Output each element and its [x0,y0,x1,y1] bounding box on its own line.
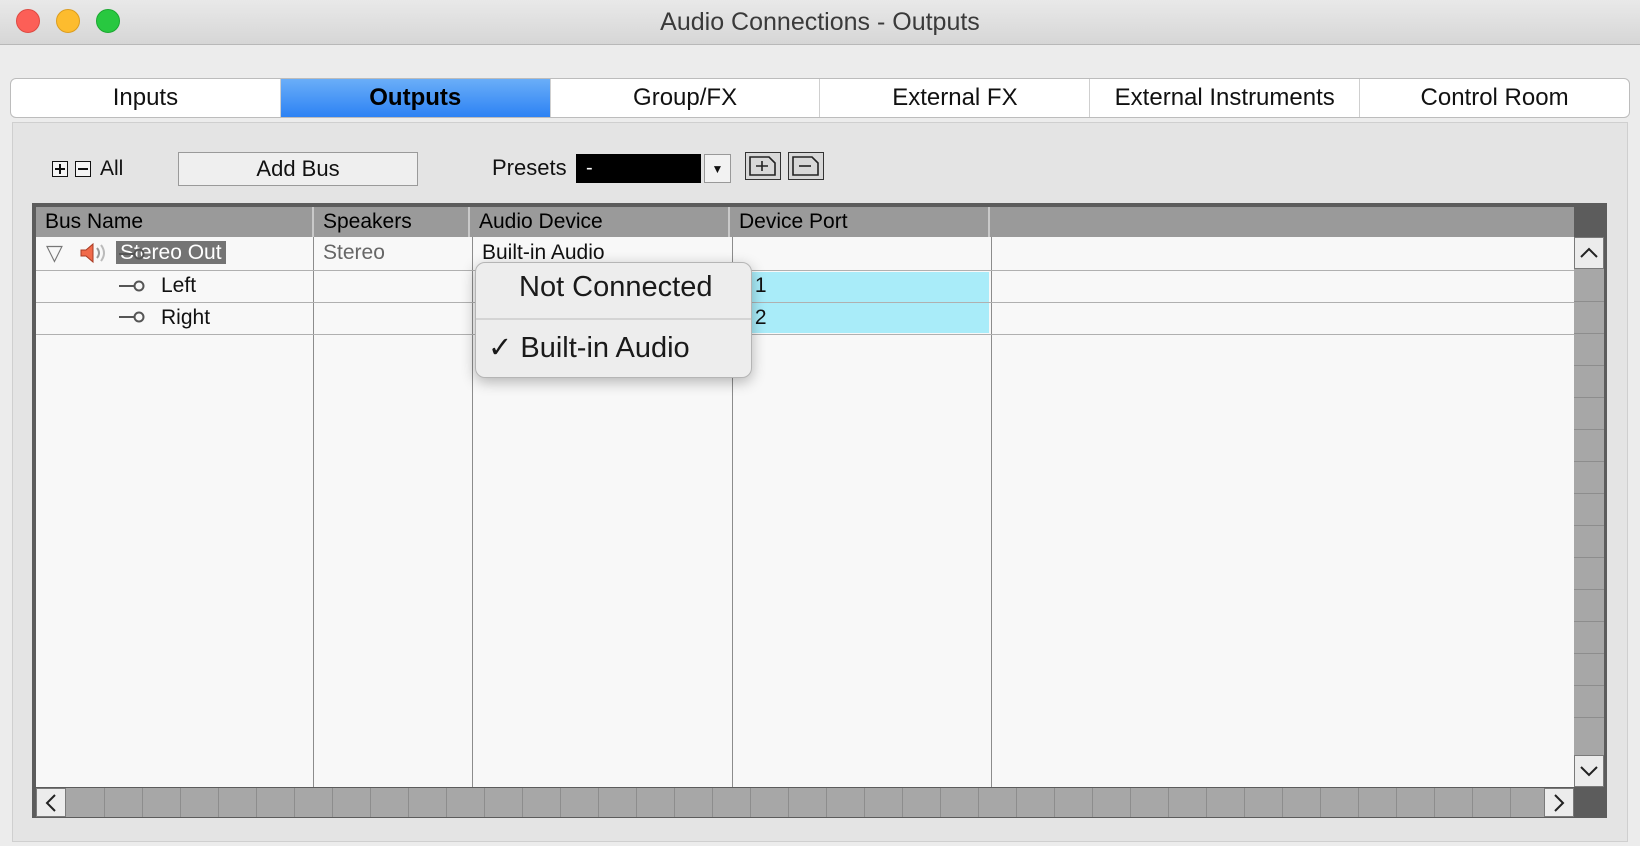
presets-dropdown-button[interactable]: ▼ [704,154,731,183]
scroll-left-button[interactable] [36,788,66,817]
column-header-empty [990,207,1574,237]
tab-inputs[interactable]: Inputs [11,79,281,117]
bus-name-cell[interactable]: Left [161,270,196,302]
tab-group-fx[interactable]: Group/FX [551,79,821,117]
table-header: Bus Name Speakers Audio Device Device Po… [36,207,1574,237]
bus-table-body: ▽ Stereo Out Stereo Built-in Audio Left … [36,237,1574,787]
scroll-right-button[interactable] [1544,788,1574,817]
menu-item-label: Built-in Audio [520,332,690,364]
speaker-icon [80,242,105,264]
scroll-up-button[interactable] [1574,237,1604,269]
column-header-bus-name[interactable]: Bus Name [36,207,314,237]
add-bus-button[interactable]: Add Bus [178,152,418,186]
bus-name-cell[interactable]: Right [161,302,210,334]
disclosure-triangle-icon[interactable]: ▽ [46,237,63,269]
presets-label: Presets [492,155,567,180]
title-bar: Audio Connections - Outputs [0,0,1640,45]
menu-separator [476,318,751,320]
scroll-right-icon [1554,793,1565,812]
collapse-all-icon[interactable] [75,161,91,177]
add-preset-button[interactable] [745,152,781,180]
column-header-audio-device[interactable]: Audio Device [470,207,730,237]
remove-preset-icon [792,156,819,176]
presets-select[interactable]: - [576,154,701,183]
all-label: All [100,157,124,180]
port-cell-highlight-right [731,303,989,333]
scroll-left-icon [45,793,56,812]
menu-item-not-connected[interactable]: Not Connected [519,271,751,304]
scroll-down-icon [1580,766,1598,777]
checkmark-icon: ✓ [488,332,513,364]
menu-item-built-in-audio[interactable]: ✓ Built-in Audio [488,330,751,365]
remove-preset-button[interactable] [788,152,824,180]
tab-bar: Inputs Outputs Group/FX External FX Exte… [10,78,1630,118]
scroll-down-button[interactable] [1574,755,1604,787]
tab-outputs[interactable]: Outputs [280,79,551,117]
expand-all-icon[interactable] [52,161,68,177]
window-title: Audio Connections - Outputs [660,8,980,36]
add-preset-icon [749,156,776,176]
column-header-speakers[interactable]: Speakers [314,207,470,237]
tab-control-room[interactable]: Control Room [1360,79,1629,117]
chevron-down-icon: ▼ [711,161,724,176]
tab-external-instruments[interactable]: External Instruments [1090,79,1361,117]
tab-external-fx[interactable]: External FX [820,79,1091,117]
output-port-icon [119,248,145,260]
speakers-cell[interactable]: Stereo [323,237,385,269]
vertical-scrollbar[interactable] [1574,237,1604,787]
output-port-icon [119,311,145,323]
scroll-up-icon [1580,247,1598,258]
output-port-icon [119,280,145,292]
audio-device-menu: Not Connected ✓ Built-in Audio [475,262,752,378]
port-cell-highlight-left [731,272,989,302]
column-header-device-port[interactable]: Device Port [730,207,990,237]
horizontal-scrollbar[interactable] [36,788,1574,817]
